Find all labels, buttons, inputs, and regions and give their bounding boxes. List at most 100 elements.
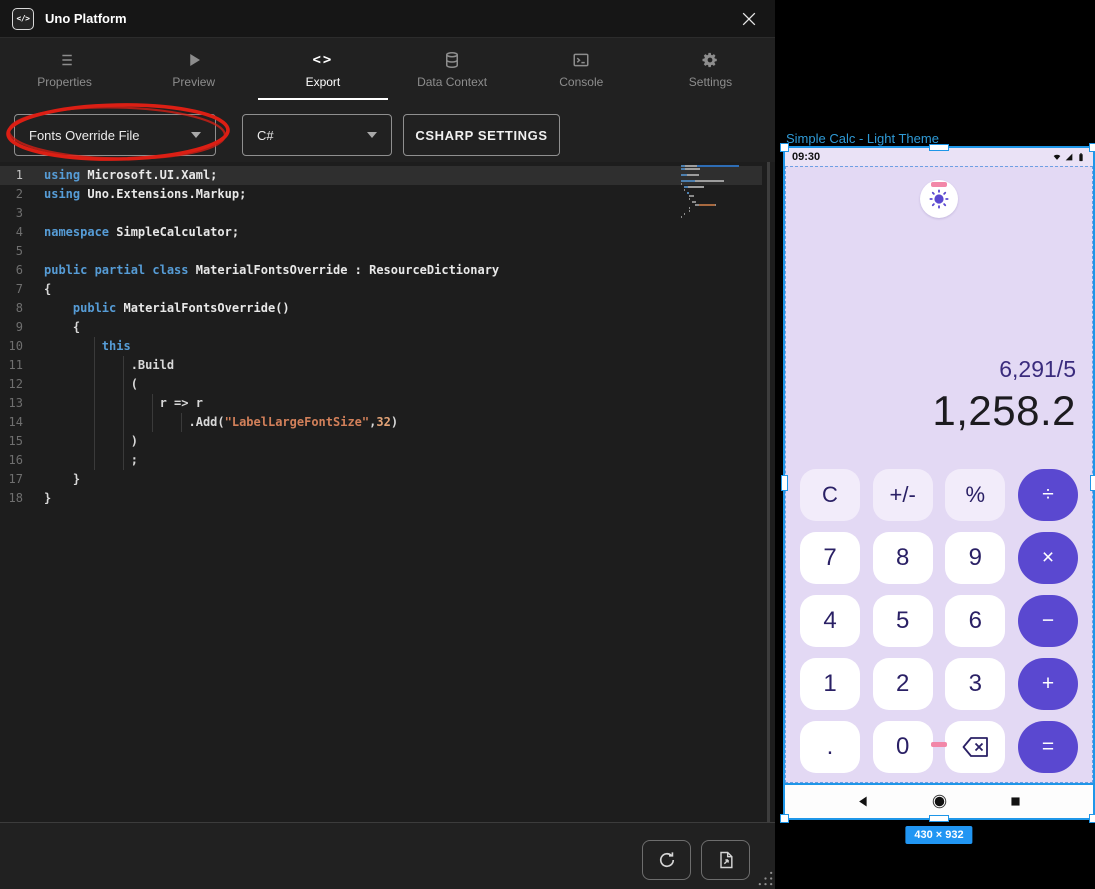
code-line-12[interactable]: 12 ( [0,375,762,394]
code-line-3[interactable]: 3 [0,204,762,223]
tab-label: Export [306,75,341,89]
device-size-badge: 430 × 932 [905,826,972,844]
tab-settings[interactable]: Settings [646,39,775,100]
csharp-settings-button[interactable]: CSHARP SETTINGS [403,114,560,156]
key-subtract[interactable]: − [1018,595,1078,647]
list-icon [56,51,74,69]
key-percent[interactable]: % [945,469,1005,521]
chevron-down-icon [367,132,377,138]
selection-handle[interactable] [781,475,788,491]
export-file-icon [716,850,736,870]
key-3[interactable]: 3 [945,658,1005,710]
file-type-dropdown-value: Fonts Override File [29,128,140,143]
key-equals[interactable]: = [1018,721,1078,773]
code-line-14[interactable]: 14 .Add("LabelLargeFontSize",32) [0,413,762,432]
selection-handle[interactable] [929,815,949,822]
key-decimal[interactable]: . [800,721,860,773]
code-line-8[interactable]: 8 public MaterialFontsOverride() [0,299,762,318]
phone-preview: 09:30 6,291/5 1,258.2 C+/-%÷789× [783,146,1095,820]
refresh-button[interactable] [642,840,691,880]
line-number: 17 [0,470,44,489]
home-icon[interactable] [932,794,947,809]
key-backspace[interactable] [945,721,1005,773]
code-line-4[interactable]: 4namespace SimpleCalculator; [0,223,762,242]
code-line-2[interactable]: 2using Uno.Extensions.Markup; [0,185,762,204]
line-number: 4 [0,223,44,242]
selection-handle[interactable] [929,144,949,151]
code-text: ( [44,375,138,394]
tab-properties[interactable]: Properties [0,39,129,100]
key-6[interactable]: 6 [945,595,1005,647]
close-icon[interactable] [739,9,759,29]
code-line-15[interactable]: 15 ) [0,432,762,451]
chevron-down-icon [191,132,201,138]
tab-bar: Properties Preview <>Export Data Context Con… [0,39,775,100]
tab-data-context[interactable]: Data Context [388,39,517,100]
status-icons [1052,152,1086,162]
selection-handle[interactable] [780,814,789,823]
key-5[interactable]: 5 [873,595,933,647]
editor-scrollbar[interactable] [767,162,770,822]
display-result: 1,258.2 [932,385,1076,437]
code-line-16[interactable]: 16 ; [0,451,762,470]
code-text: using Uno.Extensions.Markup; [44,185,246,204]
selection-handle[interactable] [1090,475,1095,491]
line-number: 9 [0,318,44,337]
code-line-9[interactable]: 9 { [0,318,762,337]
code-line-10[interactable]: 10 this [0,337,762,356]
line-number: 16 [0,451,44,470]
export-toolbar: Fonts Override File C# CSHARP SETTINGS [0,100,775,162]
export-file-button[interactable] [701,840,750,880]
code-text: .Build [44,356,174,375]
back-icon[interactable] [856,794,871,809]
key-1[interactable]: 1 [800,658,860,710]
key-4[interactable]: 4 [800,595,860,647]
screen: </> Uno Platform PropertiesPreview<>Expo… [0,0,1095,889]
tab-label: Data Context [417,75,487,89]
minimap[interactable] [681,165,739,219]
code-line-11[interactable]: 11 .Build [0,356,762,375]
file-type-dropdown[interactable]: Fonts Override File [14,114,216,156]
code-editor[interactable]: 1using Microsoft.UI.Xaml;2using Uno.Exte… [0,162,775,822]
key-clear[interactable]: C [800,469,860,521]
code-text: .Add("LabelLargeFontSize",32) [44,413,398,432]
key-7[interactable]: 7 [800,532,860,584]
device-label[interactable]: Simple Calc - Light Theme [786,131,939,146]
key-8[interactable]: 8 [873,532,933,584]
battery-icon [1076,152,1086,162]
selection-handle[interactable] [780,143,789,152]
key-9[interactable]: 9 [945,532,1005,584]
code-line-7[interactable]: 7{ [0,280,762,299]
key-divide[interactable]: ÷ [1018,469,1078,521]
tab-export[interactable]: <>Export [258,39,387,100]
code-line-17[interactable]: 17 } [0,470,762,489]
code-line-1[interactable]: 1using Microsoft.UI.Xaml; [0,166,762,185]
line-number: 11 [0,356,44,375]
resize-grip-icon[interactable] [757,870,774,887]
code-line-6[interactable]: 6public partial class MaterialFontsOverr… [0,261,762,280]
key-plus-minus[interactable]: +/- [873,469,933,521]
key-2[interactable]: 2 [873,658,933,710]
keypad: C+/-%÷ 789× 456− 123+.0 = [786,469,1092,773]
tab-console[interactable]: Console [517,39,646,100]
line-number: 6 [0,261,44,280]
calculator-screen: 6,291/5 1,258.2 C+/-%÷ 789× 456− 123+.0 = [785,166,1093,783]
selection-handle[interactable] [1089,814,1095,823]
line-number: 1 [0,166,44,185]
line-number: 12 [0,375,44,394]
code-text: ) [44,432,138,451]
code-line-5[interactable]: 5 [0,242,762,261]
code-text: ; [44,451,138,470]
tab-preview[interactable]: Preview [129,39,258,100]
language-dropdown[interactable]: C# [242,114,392,156]
wifi-icon [1052,152,1062,162]
tab-label: Preview [172,75,215,89]
code-line-13[interactable]: 13 r => r [0,394,762,413]
recents-icon[interactable] [1008,794,1023,809]
selection-handle[interactable] [1089,143,1095,152]
display-expression: 6,291/5 [932,353,1076,385]
code-line-18[interactable]: 18} [0,489,762,508]
key-0[interactable]: 0 [873,721,933,773]
key-add[interactable]: + [1018,658,1078,710]
key-multiply[interactable]: × [1018,532,1078,584]
